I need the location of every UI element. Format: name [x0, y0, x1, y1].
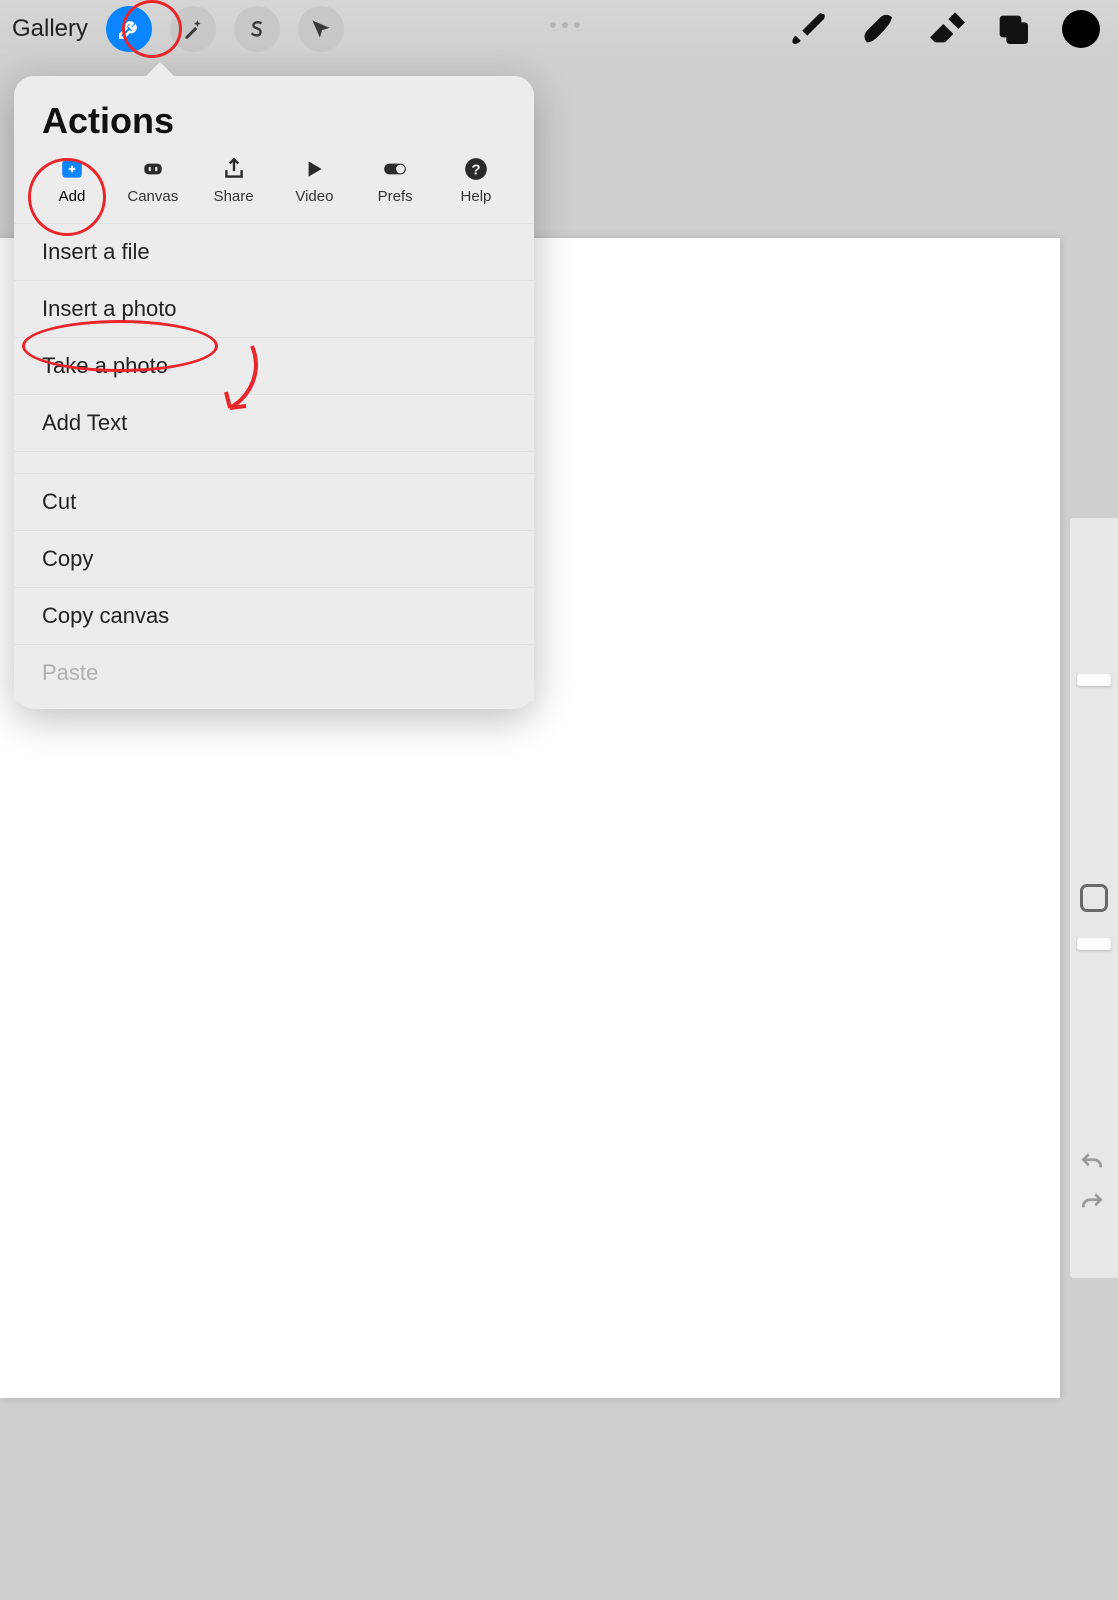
- tab-label: Add: [59, 188, 86, 205]
- menu-copy[interactable]: Copy: [14, 530, 534, 587]
- redo-button[interactable]: [1072, 1183, 1112, 1223]
- share-icon: [219, 156, 249, 182]
- smudge-icon: [857, 9, 897, 49]
- layers-button[interactable]: [988, 4, 1038, 54]
- menu-copy-canvas[interactable]: Copy canvas: [14, 587, 534, 644]
- eraser-icon: [925, 9, 965, 49]
- tab-label: Canvas: [127, 188, 178, 205]
- modify-handle-icon[interactable]: [550, 22, 580, 28]
- paintbrush-icon: [789, 9, 829, 49]
- tab-label: Prefs: [378, 188, 413, 205]
- popover-title: Actions: [14, 76, 534, 156]
- layers-icon: [993, 9, 1033, 49]
- top-toolbar: Gallery: [0, 0, 1118, 58]
- wrench-icon: [116, 16, 142, 42]
- menu-insert-file[interactable]: Insert a file: [14, 223, 534, 280]
- menu-cut[interactable]: Cut: [14, 473, 534, 530]
- selection-button[interactable]: [234, 6, 280, 52]
- actions-menu: Insert a file Insert a photo Take a phot…: [14, 223, 534, 701]
- actions-wrench-button[interactable]: [106, 6, 152, 52]
- tab-label: Help: [461, 188, 492, 205]
- transform-button[interactable]: [298, 6, 344, 52]
- selection-s-icon: [244, 16, 270, 42]
- menu-insert-photo[interactable]: Insert a photo: [14, 280, 534, 337]
- menu-paste: Paste: [14, 644, 534, 701]
- tab-canvas[interactable]: Canvas: [117, 156, 189, 205]
- play-icon: [299, 156, 329, 182]
- tab-label: Video: [295, 188, 333, 205]
- wand-icon: [180, 16, 206, 42]
- color-button[interactable]: [1056, 4, 1106, 54]
- gallery-button[interactable]: Gallery: [12, 15, 88, 43]
- tab-share[interactable]: Share: [198, 156, 270, 205]
- actions-popover: Actions Add Canvas Share Video Prefs ? H…: [14, 76, 534, 709]
- redo-icon: [1079, 1190, 1105, 1216]
- undo-redo-group: [1072, 1143, 1112, 1223]
- menu-add-text[interactable]: Add Text: [14, 394, 534, 451]
- color-swatch-icon: [1062, 10, 1100, 48]
- cursor-arrow-icon: [308, 16, 334, 42]
- eraser-tool-button[interactable]: [920, 4, 970, 54]
- tab-help[interactable]: ? Help: [440, 156, 512, 205]
- undo-icon: [1079, 1150, 1105, 1176]
- tab-video[interactable]: Video: [278, 156, 350, 205]
- brush-tool-button[interactable]: [784, 4, 834, 54]
- modify-square-button[interactable]: [1080, 884, 1108, 912]
- help-icon: ?: [461, 156, 491, 182]
- smudge-tool-button[interactable]: [852, 4, 902, 54]
- add-image-icon: [57, 156, 87, 182]
- actions-tabs: Add Canvas Share Video Prefs ? Help: [14, 156, 534, 223]
- menu-take-photo[interactable]: Take a photo: [14, 337, 534, 394]
- tab-label: Share: [214, 188, 254, 205]
- toggle-icon: [380, 156, 410, 182]
- tab-prefs[interactable]: Prefs: [359, 156, 431, 205]
- canvas-crop-icon: [138, 156, 168, 182]
- brush-size-slider[interactable]: [1079, 526, 1109, 862]
- svg-text:?: ?: [471, 161, 480, 178]
- tab-add[interactable]: Add: [36, 156, 108, 205]
- undo-button[interactable]: [1072, 1143, 1112, 1183]
- adjustments-button[interactable]: [170, 6, 216, 52]
